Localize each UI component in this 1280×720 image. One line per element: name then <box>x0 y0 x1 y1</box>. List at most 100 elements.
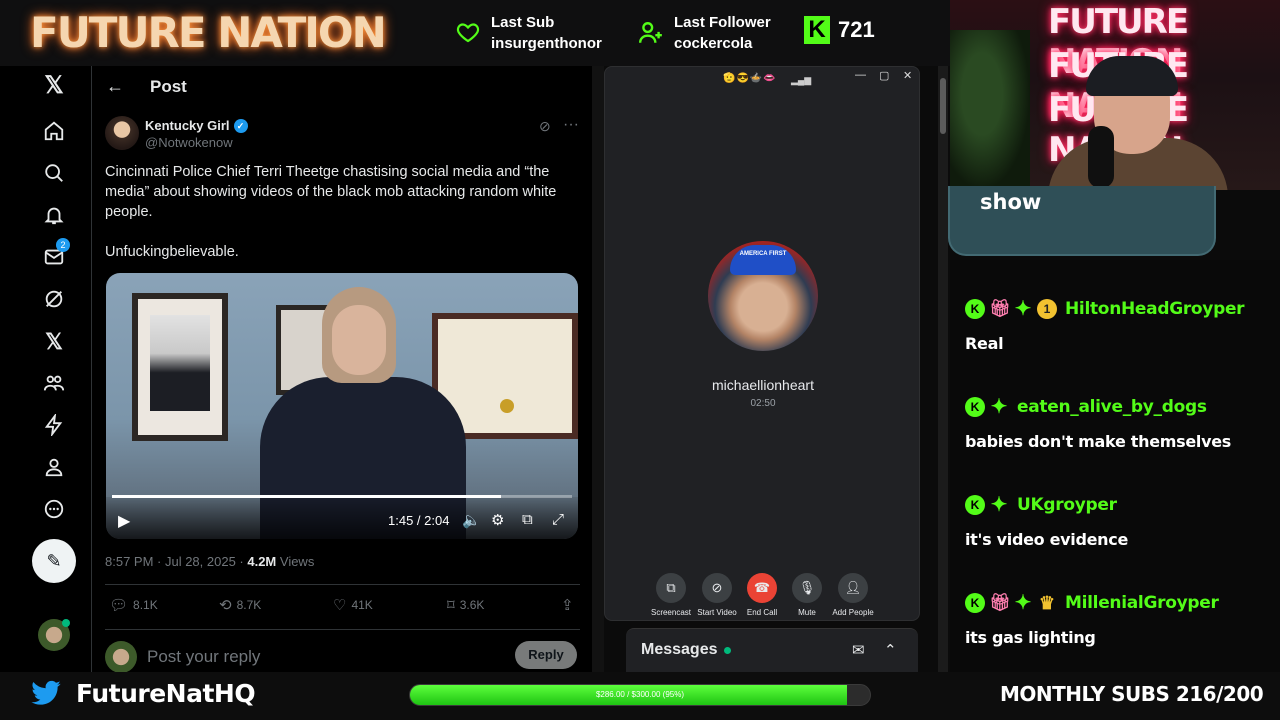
more-circle-icon[interactable] <box>42 498 66 522</box>
bell-icon[interactable] <box>42 204 66 228</box>
chat-text: its gas lighting <box>965 628 1096 647</box>
add-user-icon <box>638 22 662 43</box>
back-arrow-icon[interactable]: ← <box>106 76 124 97</box>
reply-action[interactable]: 💬︎ 8.1K <box>109 596 158 614</box>
call-window: 🫡😎🍲👄 ▂▄▆ — ▢ ✕ AMERICA FIRST michaellion… <box>604 66 920 621</box>
caller-name: michaellionheart <box>712 377 814 393</box>
reply-composer: Post your reply Reply <box>105 639 580 672</box>
post-timestamp[interactable]: 8:57 PM · Jul 28, 2025 · <box>105 554 247 569</box>
x-logo-icon[interactable]: 𝕏 <box>42 74 66 98</box>
close-icon[interactable]: ✕ <box>903 69 912 82</box>
call-emojis: 🫡😎🍲👄 <box>723 73 777 84</box>
settings-gear-icon[interactable]: ⚙ <box>491 511 504 529</box>
chat-username[interactable]: eaten_alive_by_dogs <box>1017 397 1207 417</box>
webcam-feed: FUTURE NATION FUTURE NATION FUTURE NATIO… <box>950 0 1280 190</box>
last-follower-name: cockercola <box>674 35 753 52</box>
play-icon[interactable]: ▶ <box>118 511 130 531</box>
messages-title: Messages <box>641 641 731 659</box>
x-premium-icon[interactable]: 𝕏 <box>42 330 66 354</box>
author-handle[interactable]: @Notwokenow <box>145 135 233 150</box>
chat-username[interactable]: UKgroyper <box>1017 495 1117 515</box>
online-dot <box>723 646 731 654</box>
repost-action[interactable]: ⟲ 8.7K <box>219 596 261 614</box>
post-text: Cincinnati Police Chief Terri Theetge ch… <box>105 164 557 260</box>
video-player[interactable]: ▶ 1:45 / 2:04 🔈 ⚙ ⧉ ⤢ <box>106 273 578 539</box>
streamer-figure <box>1048 30 1228 190</box>
stream-overlay: FUTURE NATION Last Sub insurgenthonor La… <box>0 0 1280 720</box>
bottom-bar: FutureNatHQ $286.00 / $300.00 (95%) MONT… <box>0 672 1280 720</box>
home-icon[interactable] <box>42 120 66 144</box>
communities-icon[interactable] <box>42 372 66 396</box>
reply-bubble-icon: 💬︎ <box>109 597 129 614</box>
post-column: ← Post Kentucky Girl ✓ @Notwokenow ⊘ ···… <box>92 66 592 672</box>
heart-icon <box>456 23 480 43</box>
messages-drawer[interactable]: Messages ✉ ⌃ <box>626 628 918 672</box>
last-sub-name: insurgenthonor <box>491 35 602 52</box>
gift-badge-icon: 🎁︎ <box>989 593 1011 612</box>
video-time: 1:45 / 2:04 <box>388 513 450 528</box>
mini-player-icon[interactable]: ⧉ <box>522 511 533 528</box>
like-action[interactable]: ♡ 41K <box>333 596 373 614</box>
reply-input[interactable]: Post your reply <box>147 647 260 667</box>
repost-icon: ⟲ <box>219 597 232 614</box>
share-icon: ⇪ <box>561 597 574 614</box>
last-follower-widget: Last Follower cockercola <box>638 12 771 54</box>
maximize-icon[interactable]: ▢ <box>879 69 889 82</box>
chat-username[interactable]: HiltonHeadGroyper <box>1065 299 1245 319</box>
add-people-button[interactable]: 👤︎ Add People <box>823 573 883 617</box>
chat-text: it's video evidence <box>965 530 1129 549</box>
feather-icon: ✎ <box>46 551 62 571</box>
grok-icon[interactable] <box>42 288 66 312</box>
chat-username[interactable]: MillenialGroyper <box>1065 593 1219 613</box>
lightning-icon[interactable] <box>42 412 66 438</box>
page-title: Post <box>150 76 187 96</box>
chat-message: K 🎁︎ ✦ ♛ MillenialGroyper its gas lighti… <box>965 590 1275 647</box>
reply-button[interactable]: Reply <box>515 641 577 669</box>
caller-avatar: AMERICA FIRST <box>708 241 818 351</box>
author-name-text: Kentucky Girl <box>145 118 230 133</box>
monthly-subs: MONTHLY SUBS 216/200 <box>1000 682 1264 706</box>
expand-chevron-icon[interactable]: ⌃ <box>884 641 897 659</box>
kick-badge-icon: K <box>965 495 985 515</box>
new-message-icon[interactable]: ✉ <box>852 641 865 659</box>
signal-icon: ▂▄▆ <box>791 75 812 85</box>
rank-one-badge-icon: 1 <box>1037 299 1057 319</box>
last-follower-label: Last Follower <box>674 14 771 31</box>
verified-badge-icon: ✓ <box>233 118 248 133</box>
chat-message: K ✦ eaten_alive_by_dogs babies don't mak… <box>965 394 1275 451</box>
author-name[interactable]: Kentucky Girl ✓ <box>145 118 248 133</box>
video-progress-bar[interactable] <box>112 495 572 498</box>
chat-text: Real <box>965 334 1004 353</box>
gift-badge-icon: 🎁︎ <box>989 299 1011 318</box>
search-icon[interactable] <box>42 162 66 186</box>
grok-explain-icon[interactable]: ⊘ <box>539 118 551 135</box>
scrollbar[interactable] <box>938 66 948 672</box>
chat-message: K 🎁︎ ✦ 1 HiltonHeadGroyper Real <box>965 296 1275 353</box>
chat-text: babies don't make themselves <box>965 432 1232 451</box>
add-person-icon: 👤︎ <box>838 573 868 603</box>
fullscreen-icon[interactable]: ⤢ <box>552 511 564 528</box>
volume-icon[interactable]: 🔈 <box>462 511 481 529</box>
compose-post-button[interactable]: ✎ <box>32 539 76 583</box>
plant <box>950 30 1030 190</box>
minimize-icon[interactable]: — <box>855 69 866 81</box>
share-action[interactable]: ⇪ <box>561 596 574 614</box>
sub-goal-bar: $286.00 / $300.00 (95%) <box>409 684 871 706</box>
gem-badge-icon: ✦ <box>990 396 1008 418</box>
gem-badge-icon: ✦ <box>1014 298 1032 320</box>
post-meta: 8:57 PM · Jul 28, 2025 · 4.2M Views <box>105 554 314 569</box>
author-avatar[interactable] <box>105 116 139 150</box>
profile-icon[interactable] <box>42 456 66 480</box>
more-options-icon[interactable]: ··· <box>563 116 579 134</box>
show-label: show <box>980 190 1042 214</box>
mail-icon[interactable]: 2 <box>42 238 70 270</box>
portrait-frame <box>132 293 228 441</box>
x-window: 𝕏 2 𝕏 ✎ ← Post Kentucky Girl ✓ @Notwoken… <box>0 66 592 672</box>
cap-text: AMERICA FIRST <box>739 251 787 257</box>
hang-up-icon: ☎ <box>747 573 777 603</box>
account-avatar[interactable] <box>38 619 70 651</box>
call-duration: 02:50 <box>750 398 776 409</box>
bookmark-action[interactable]: ⌑ 3.6K <box>447 596 484 614</box>
twitter-bird-icon <box>30 680 64 710</box>
kick-badge-icon: K <box>965 593 985 613</box>
